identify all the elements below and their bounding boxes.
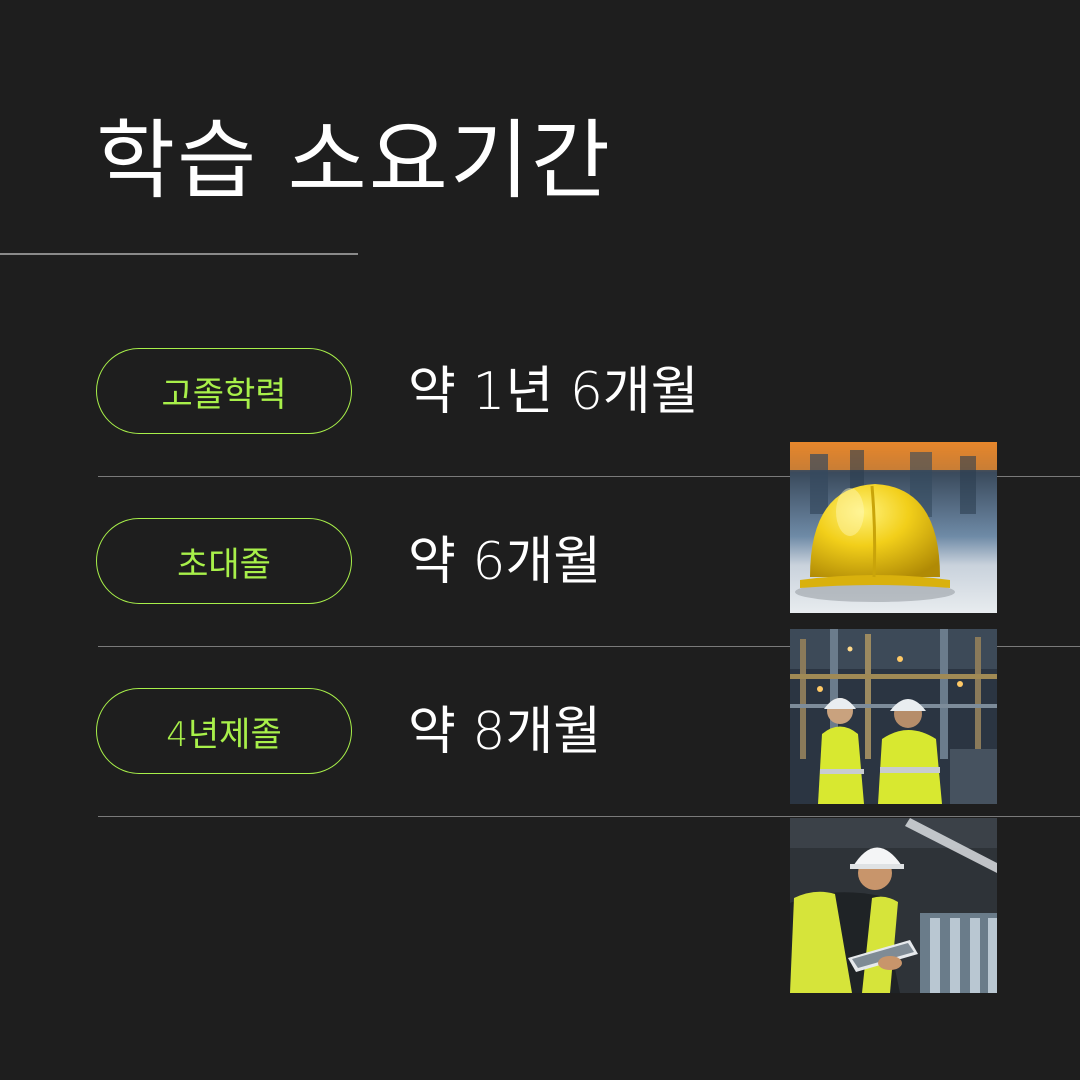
duration-text-college: 약 6개월 (408, 532, 602, 592)
education-badge-high-school: 고졸학력 (96, 348, 352, 434)
duration-text-university: 약 8개월 (408, 702, 602, 762)
industrial-workers-photo (790, 629, 997, 804)
education-badge-college: 초대졸 (96, 518, 352, 604)
page-title: 학습 소요기간 (96, 111, 613, 211)
yellow-hard-hat-photo (790, 442, 997, 613)
duration-text-high-school: 약 1년 6개월 (408, 362, 699, 422)
education-badge-university: 4년제졸 (96, 688, 352, 774)
title-underline (0, 253, 358, 255)
engineer-with-tablet-photo (790, 818, 997, 993)
row-divider (98, 816, 1080, 817)
